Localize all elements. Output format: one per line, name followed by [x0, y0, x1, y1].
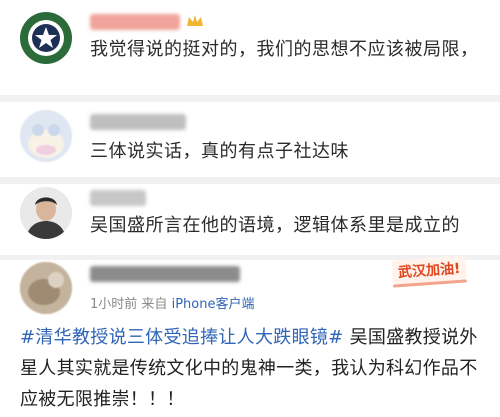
comment-2: 三体说实话，真的有点子社达味 [0, 102, 500, 177]
comment-text: 三体说实话，真的有点子社达味 [90, 141, 349, 162]
post-meta: 1小时前 来自 iPhone客户端 [90, 293, 254, 312]
post-from: 来自 [141, 297, 168, 312]
post-time: 1小时前 [90, 297, 138, 312]
wuhan-jiayou-badge: 武汉加油! [390, 255, 467, 285]
separator [0, 177, 500, 184]
comment-text: 吴国盛所言在他的语境，逻辑体系里是成立的 [90, 215, 460, 236]
username-blurred[interactable] [90, 190, 146, 206]
star-badge-icon [21, 13, 71, 63]
username-blurred[interactable] [90, 114, 186, 130]
person-photo-icon [20, 187, 72, 239]
avatar[interactable] [20, 110, 72, 162]
avatar[interactable] [20, 12, 72, 64]
hashtag-link[interactable]: #清华教授说三体受追捧让人大跌眼镜# [20, 327, 344, 348]
avatar[interactable] [20, 262, 72, 314]
post-source[interactable]: iPhone客户端 [172, 297, 255, 312]
username-blurred[interactable] [90, 14, 180, 30]
crown-icon [187, 15, 203, 26]
post-body: #清华教授说三体受追捧让人大跌眼镜# 吴国盛教授说外星人其实就是传统文化中的鬼神… [20, 322, 486, 415]
comment-1: 我觉得说的挺对的，我们的思想不应该被局限， [0, 0, 500, 95]
comment-text: 我觉得说的挺对的，我们的思想不应该被局限， [90, 39, 479, 60]
separator [0, 95, 500, 102]
comment-3: 吴国盛所言在他的语境，逻辑体系里是成立的 [0, 184, 500, 255]
avatar[interactable] [20, 187, 72, 239]
blurred-photo-icon [20, 262, 72, 314]
cartoon-avatar-icon [20, 110, 72, 162]
username-blurred[interactable] [90, 266, 240, 282]
